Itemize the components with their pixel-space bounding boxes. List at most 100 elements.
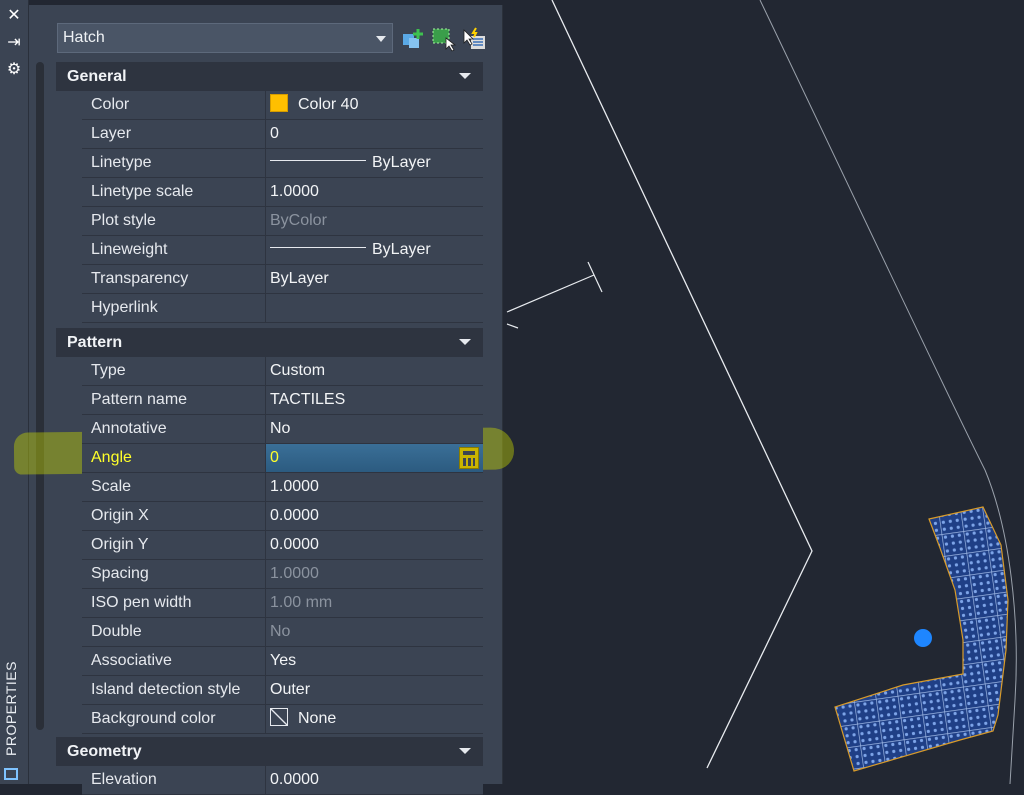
property-value: 1.0000 bbox=[266, 560, 483, 588]
property-value-text: 0.0000 bbox=[270, 507, 319, 524]
property-value[interactable]: Yes bbox=[266, 647, 483, 675]
property-value[interactable]: Outer bbox=[266, 676, 483, 704]
property-value[interactable]: ByLayer bbox=[266, 265, 483, 293]
grip-point[interactable] bbox=[914, 629, 932, 647]
line-sample-icon bbox=[270, 247, 366, 249]
property-name: Hyperlink bbox=[82, 294, 266, 322]
section-header-geometry[interactable]: Geometry bbox=[56, 737, 483, 766]
section-header-pattern[interactable]: Pattern bbox=[56, 328, 483, 357]
property-value-text: Yes bbox=[270, 652, 297, 669]
property-value-text: 1.0000 bbox=[270, 565, 319, 582]
property-value-text: Color 40 bbox=[298, 96, 359, 113]
property-value-text: TACTILES bbox=[270, 391, 346, 408]
property-name: ISO pen width bbox=[82, 589, 266, 617]
panel-scrollbar[interactable] bbox=[36, 62, 44, 730]
property-value-text: None bbox=[298, 710, 337, 727]
property-value[interactable]: 0 bbox=[266, 444, 483, 472]
property-name: Origin Y bbox=[82, 531, 266, 559]
property-value-text: 0.0000 bbox=[270, 536, 319, 553]
property-row[interactable]: Layer 0 bbox=[82, 120, 483, 149]
chevron-down-icon bbox=[376, 36, 386, 42]
property-row[interactable]: Elevation 0.0000 bbox=[82, 766, 483, 795]
property-row[interactable]: Hyperlink bbox=[82, 294, 483, 323]
property-row[interactable]: Lineweight ByLayer bbox=[82, 236, 483, 265]
property-value[interactable]: 0.0000 bbox=[266, 531, 483, 559]
property-row[interactable]: Scale 1.0000 bbox=[82, 473, 483, 502]
palette-title-strip: ✕ ⇥ ⚙ PROPERTIES bbox=[0, 0, 29, 784]
property-name: Elevation bbox=[82, 766, 266, 794]
object-type-select[interactable]: Hatch bbox=[57, 23, 393, 53]
property-value-text: 1.00 mm bbox=[270, 594, 333, 611]
collapse-arrow-icon[interactable] bbox=[459, 339, 471, 345]
close-icon[interactable]: ✕ bbox=[4, 6, 24, 26]
no-color-icon bbox=[270, 707, 288, 726]
property-value: 1.00 mm bbox=[266, 589, 483, 617]
section-header-general[interactable]: General bbox=[56, 62, 483, 91]
property-name: Spacing bbox=[82, 560, 266, 588]
property-value: ByColor bbox=[266, 207, 483, 235]
property-row[interactable]: ISO pen width 1.00 mm bbox=[82, 589, 483, 618]
property-name: Type bbox=[82, 357, 266, 385]
property-row[interactable]: Island detection style Outer bbox=[82, 676, 483, 705]
property-value[interactable]: 1.0000 bbox=[266, 178, 483, 206]
section-title: Geometry bbox=[67, 743, 142, 760]
property-row[interactable]: Color Color 40 bbox=[82, 91, 483, 120]
drawing-linework bbox=[506, 0, 1017, 784]
property-name: Linetype bbox=[82, 149, 266, 177]
property-name: Plot style bbox=[82, 207, 266, 235]
property-name: Lineweight bbox=[82, 236, 266, 264]
property-value[interactable]: 0 bbox=[266, 120, 483, 148]
property-value[interactable]: 0.0000 bbox=[266, 502, 483, 530]
property-name: Double bbox=[82, 618, 266, 646]
property-row[interactable]: Origin X 0.0000 bbox=[82, 502, 483, 531]
property-row[interactable]: Pattern name TACTILES bbox=[82, 386, 483, 415]
property-value-text: 1.0000 bbox=[270, 183, 319, 200]
property-value[interactable] bbox=[266, 294, 483, 322]
property-row[interactable]: Origin Y 0.0000 bbox=[82, 531, 483, 560]
property-value[interactable]: Custom bbox=[266, 357, 483, 385]
property-value[interactable]: ByLayer bbox=[266, 149, 483, 177]
property-name: Island detection style bbox=[82, 676, 266, 704]
property-name: Linetype scale bbox=[82, 178, 266, 206]
property-value-text: 0 bbox=[270, 449, 279, 466]
section-title: Pattern bbox=[67, 334, 123, 351]
gear-icon[interactable]: ⚙ bbox=[4, 60, 24, 80]
autohide-icon[interactable]: ⇥ bbox=[4, 33, 24, 53]
property-name: Transparency bbox=[82, 265, 266, 293]
property-name: Layer bbox=[82, 120, 266, 148]
property-row[interactable]: Double No bbox=[82, 618, 483, 647]
property-row[interactable]: Transparency ByLayer bbox=[82, 265, 483, 294]
property-name: Associative bbox=[82, 647, 266, 675]
palette-thumb-icon[interactable] bbox=[4, 768, 18, 780]
toggle-pickadd-icon[interactable] bbox=[401, 26, 427, 52]
property-value[interactable]: Color 40 bbox=[266, 91, 483, 119]
property-row[interactable]: Background color None bbox=[82, 705, 483, 734]
property-value-text: No bbox=[270, 623, 291, 640]
collapse-arrow-icon[interactable] bbox=[459, 748, 471, 754]
property-row[interactable]: Type Custom bbox=[82, 357, 483, 386]
quick-select-icon[interactable] bbox=[461, 26, 487, 52]
calculator-icon[interactable] bbox=[459, 447, 479, 469]
property-row[interactable]: Linetype scale 1.0000 bbox=[82, 178, 483, 207]
property-row[interactable]: Spacing 1.0000 bbox=[82, 560, 483, 589]
select-objects-icon[interactable] bbox=[431, 26, 457, 52]
property-value[interactable]: ByLayer bbox=[266, 236, 483, 264]
property-value-text: No bbox=[270, 420, 291, 437]
property-value[interactable]: 1.0000 bbox=[266, 473, 483, 501]
property-name: Color bbox=[82, 91, 266, 119]
property-value: No bbox=[266, 618, 483, 646]
collapse-arrow-icon[interactable] bbox=[459, 73, 471, 79]
property-name: Pattern name bbox=[82, 386, 266, 414]
property-row[interactable]: Associative Yes bbox=[82, 647, 483, 676]
property-row[interactable]: Plot style ByColor bbox=[82, 207, 483, 236]
property-value-text: Outer bbox=[270, 681, 311, 698]
property-row[interactable]: Linetype ByLayer bbox=[82, 149, 483, 178]
property-row[interactable]: Annotative No bbox=[82, 415, 483, 444]
property-value[interactable]: 0.0000 bbox=[266, 766, 483, 794]
property-value[interactable]: No bbox=[266, 415, 483, 443]
property-value-text: 0 bbox=[270, 125, 279, 142]
section-title: General bbox=[67, 68, 127, 85]
property-value[interactable]: None bbox=[266, 705, 483, 733]
property-row[interactable]: Angle 0 bbox=[82, 444, 483, 473]
property-value[interactable]: TACTILES bbox=[266, 386, 483, 414]
